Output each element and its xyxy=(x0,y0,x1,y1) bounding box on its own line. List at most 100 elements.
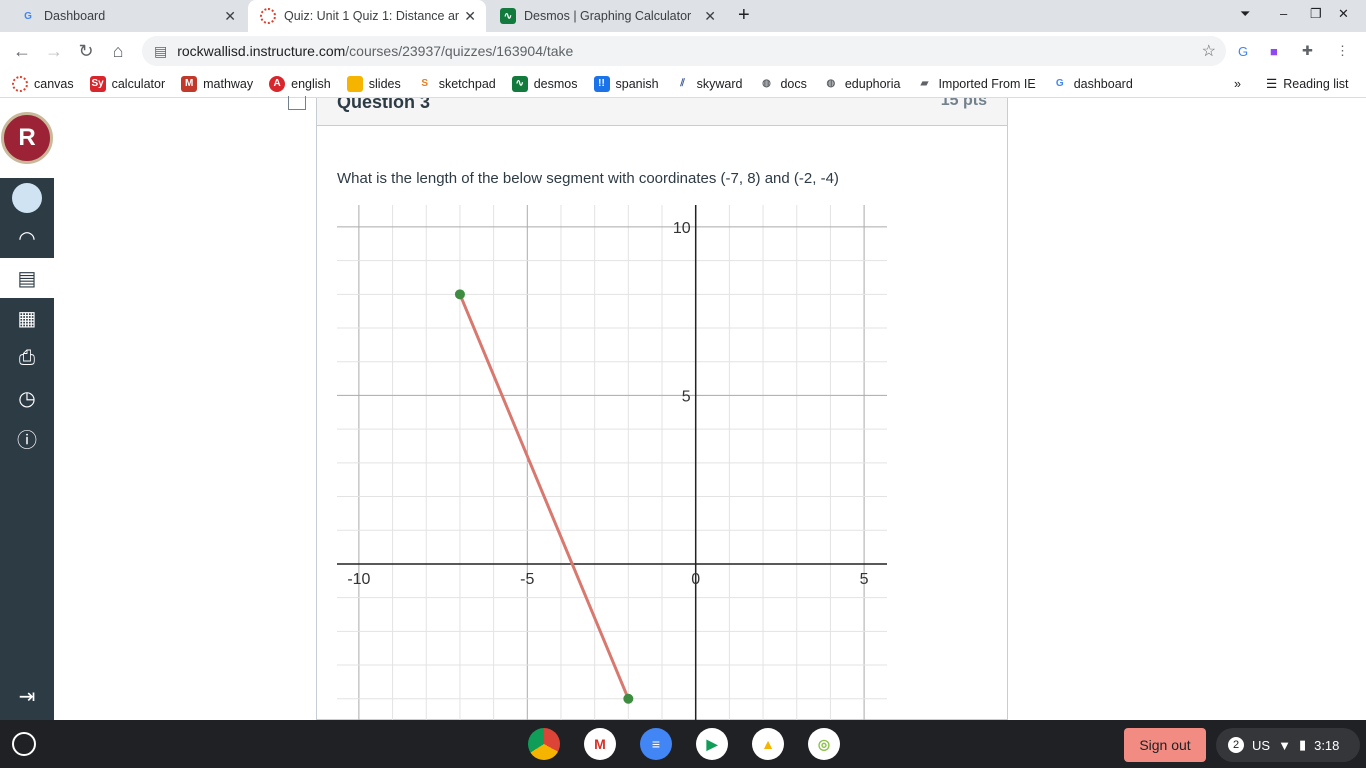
input-locale: US xyxy=(1252,737,1271,753)
question-header: Question 3 15 pts xyxy=(317,98,1007,126)
reload-button[interactable]: ↻ xyxy=(70,41,102,62)
back-button[interactable]: ← xyxy=(6,41,38,62)
chrome-app-icon[interactable] xyxy=(528,728,560,760)
desmos-icon: ∿ xyxy=(511,75,528,92)
minimize-button[interactable]: – xyxy=(1280,6,1287,21)
tab-title: Desmos | Graphing Calculator xyxy=(524,9,692,23)
question-title: Question 3 xyxy=(337,98,431,112)
play-store-app-icon[interactable]: ▶ xyxy=(696,728,728,760)
wifi-icon: ▼ xyxy=(1278,737,1291,753)
close-tab-icon[interactable]: ✕ xyxy=(704,8,716,25)
inbox-icon: ⎙ xyxy=(19,346,35,369)
gmail-app-icon[interactable]: M xyxy=(584,728,616,760)
restore-button[interactable]: ❐ xyxy=(1310,6,1322,22)
bookmark-label: desmos xyxy=(533,76,578,91)
extensions-puzzle-icon[interactable]: ✚ xyxy=(1302,43,1313,59)
url-host: rockwallisd.instructure.com xyxy=(177,43,346,59)
district-logo[interactable]: R xyxy=(0,98,54,178)
spanish-icon: !! xyxy=(593,75,610,92)
bookmark-label: calculator xyxy=(111,76,166,91)
close-window-button[interactable]: ✕ xyxy=(1338,6,1349,22)
english-icon: A xyxy=(269,75,286,92)
bookmark-docs[interactable]: ◍ docs xyxy=(758,76,807,92)
book-icon: ▤ xyxy=(17,267,37,290)
nav-history[interactable]: ◷ xyxy=(0,378,54,418)
canvas-global-nav: R ◠ ▤ ▦ ⎙ ◷ ⓘ ⇥ xyxy=(0,98,54,720)
status-tray[interactable]: 2 US ▼ ▮ 3:18 xyxy=(1216,728,1360,762)
new-tab-button[interactable]: + xyxy=(738,4,750,27)
bookmark-label: sketchpad xyxy=(438,76,496,91)
tab-dashboard[interactable]: G Dashboard ✕ xyxy=(8,0,246,32)
y-tick-label: 10 xyxy=(673,220,691,237)
forward-button[interactable]: → xyxy=(38,41,70,62)
bookmark-mathway[interactable]: Mmathway xyxy=(181,75,254,92)
reading-list-icon: ☰ xyxy=(1266,77,1278,91)
bookmark-dashboard[interactable]: Gdashboard xyxy=(1052,76,1133,92)
translate-extension-icon[interactable]: G xyxy=(1238,44,1248,59)
bookmark-star-icon[interactable]: ☆ xyxy=(1202,41,1216,61)
drive-app-icon[interactable]: ▲ xyxy=(752,728,784,760)
x-tick-label: -5 xyxy=(520,571,534,588)
skyward-icon: ⫽ xyxy=(680,78,685,89)
globe-icon: ◍ xyxy=(762,78,771,89)
bookmark-spanish[interactable]: !! spanish xyxy=(593,75,659,92)
sign-out-button[interactable]: Sign out xyxy=(1124,728,1206,762)
help-icon: ⓘ xyxy=(17,429,37,452)
bookmark-calculator[interactable]: Sy calculator xyxy=(89,75,166,92)
collapse-nav-button[interactable]: ⇥ xyxy=(0,676,54,716)
bookmark-canvas[interactable]: canvas xyxy=(12,75,74,92)
x-tick-label: -10 xyxy=(347,571,370,588)
bookmark-sketchpad[interactable]: Ssketchpad xyxy=(417,76,496,92)
nav-calendar[interactable]: ▦ xyxy=(0,298,54,338)
bookmark-label: slides xyxy=(368,76,401,91)
bookmark-english[interactable]: Aenglish xyxy=(269,75,331,92)
clock-time: 3:18 xyxy=(1314,737,1340,753)
tab-title: Quiz: Unit 1 Quiz 1: Distance and xyxy=(284,9,459,23)
question-text: What is the length of the below segment … xyxy=(337,170,839,187)
bookmark-label: Imported From IE xyxy=(938,76,1036,91)
reading-list-button[interactable]: ☰ Reading list xyxy=(1266,76,1349,92)
tab-search-icon[interactable]: ⏷ xyxy=(1240,6,1250,22)
extension-app-icon[interactable]: ◎ xyxy=(808,728,840,760)
bookmark-folder-imported[interactable]: ▰ Imported From IE xyxy=(916,76,1036,92)
close-tab-icon[interactable]: ✕ xyxy=(464,8,476,25)
menu-icon[interactable]: ⋮ xyxy=(1336,43,1349,59)
segment-endpoint xyxy=(454,289,465,300)
docs-app-icon[interactable]: ≡ xyxy=(640,728,672,760)
avatar xyxy=(12,183,42,213)
calendar-icon: ▦ xyxy=(17,307,37,330)
bookmark-label: english xyxy=(291,76,331,91)
desmos-icon: ∿ xyxy=(500,8,516,24)
shelf: M ≡ ▶ ▲ ◎ Sign out 2 US ▼ ▮ 3:18 xyxy=(0,720,1366,768)
globe-icon: ◍ xyxy=(826,78,836,89)
flag-question-icon[interactable] xyxy=(288,96,306,110)
nav-courses[interactable]: ▤ xyxy=(0,258,54,298)
bookmark-label: mathway xyxy=(203,76,254,91)
battery-icon: ▮ xyxy=(1298,737,1307,752)
nav-dashboard[interactable]: ◠ xyxy=(0,218,54,258)
extension-icon[interactable]: ■ xyxy=(1270,44,1278,59)
expand-icon: ⇥ xyxy=(18,685,36,708)
bookmark-slides[interactable]: slides xyxy=(346,75,401,92)
address-bar[interactable]: ▤ rockwallisd.instructure.com/courses/239… xyxy=(142,36,1226,66)
tab-desmos[interactable]: ∿ Desmos | Graphing Calculator ✕ xyxy=(488,0,726,32)
close-tab-icon[interactable]: ✕ xyxy=(224,8,236,25)
bookmark-eduphoria[interactable]: ◍ eduphoria xyxy=(823,76,900,92)
tab-quiz[interactable]: Quiz: Unit 1 Quiz 1: Distance and ✕ xyxy=(248,0,486,32)
tab-strip: G Dashboard ✕ Quiz: Unit 1 Quiz 1: Distanc… xyxy=(0,0,1366,32)
browser-toolbar: ← → ↻ ⌂ ▤ rockwallisd.instructure.com/cou… xyxy=(0,32,1366,70)
home-button[interactable]: ⌂ xyxy=(102,41,134,62)
nav-inbox[interactable]: ⎙ xyxy=(0,338,54,378)
bookmark-desmos[interactable]: ∿ desmos xyxy=(511,75,578,92)
launcher-button[interactable] xyxy=(12,732,36,756)
nav-help[interactable]: ⓘ xyxy=(0,418,54,458)
notification-count: 2 xyxy=(1228,737,1244,753)
nav-account[interactable] xyxy=(0,178,54,218)
bookmark-label: canvas xyxy=(34,76,74,91)
bookmark-skyward[interactable]: ⫽ skyward xyxy=(675,76,742,92)
more-bookmarks-button[interactable]: » xyxy=(1234,77,1241,91)
reading-list-label: Reading list xyxy=(1283,76,1349,91)
folder-icon: ▰ xyxy=(920,78,929,89)
slides-icon xyxy=(346,75,363,92)
bookmarks-bar: canvas Sy calculator Mmathway Aenglish sl… xyxy=(0,70,1366,98)
